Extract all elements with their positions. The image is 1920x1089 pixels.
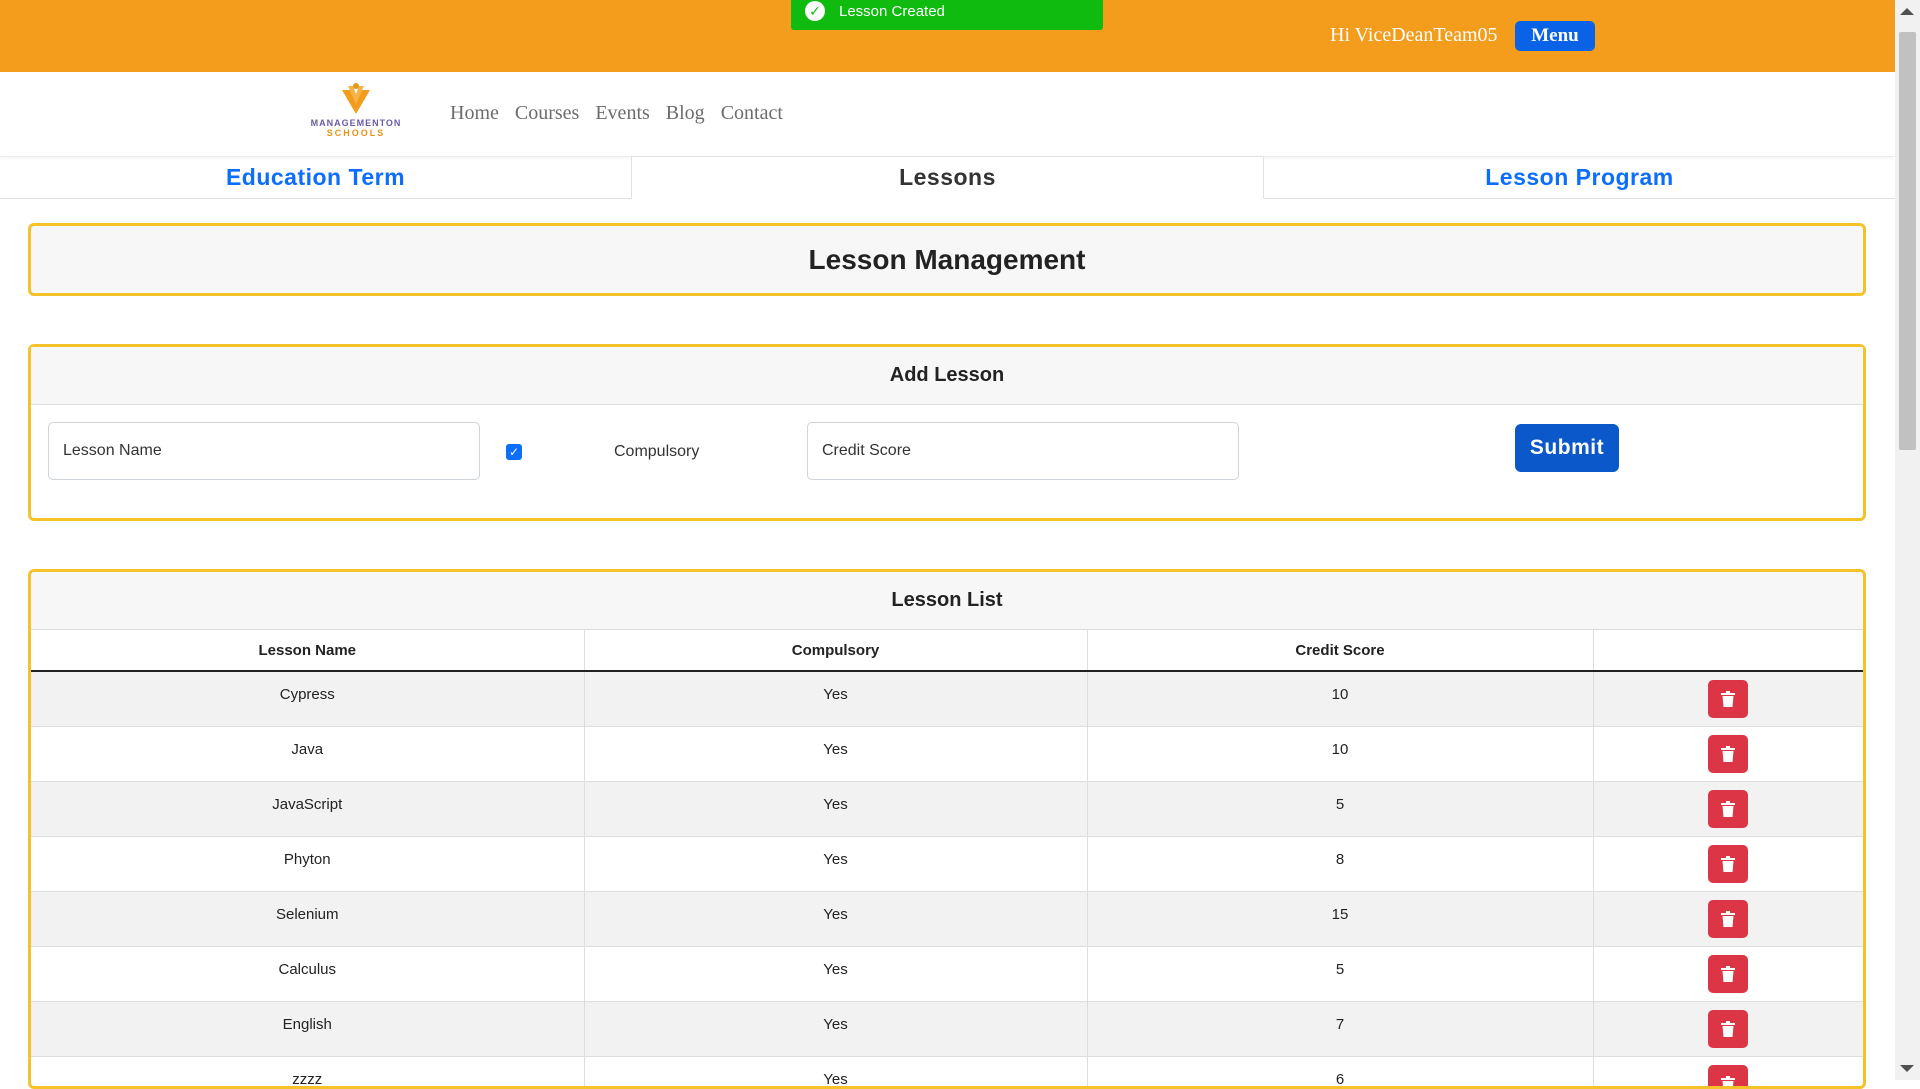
tab-education-term[interactable]: Education Term [0,156,631,198]
cell-credit-score: 10 [1087,671,1593,726]
lesson-list-title: Lesson List [31,572,1863,630]
delete-button[interactable] [1708,955,1748,993]
toast-message: Lesson Created [839,3,945,20]
cell-credit-score: 7 [1087,1001,1593,1056]
cell-actions [1593,946,1863,1001]
page-scrollbar[interactable] [1895,0,1920,1080]
credit-score-input[interactable]: Credit Score [807,422,1239,480]
submit-button[interactable]: Submit [1515,424,1619,472]
delete-button[interactable] [1708,1065,1748,1089]
table-row: Calculus Yes 5 [31,946,1863,1001]
delete-button[interactable] [1708,900,1748,938]
page-title: Lesson Management [28,223,1866,296]
cell-credit-score: 10 [1087,726,1593,781]
trash-icon [1721,856,1735,872]
table-row: JavaScript Yes 5 [31,781,1863,836]
cell-credit-score: 5 [1087,946,1593,1001]
trash-icon [1721,966,1735,982]
add-lesson-card: Add Lesson Lesson Name ✓ Compulsory Cred… [28,344,1866,521]
nav-links: Home Courses Events Blog Contact [450,102,783,125]
management-tabs: Education Term Lessons Lesson Program [0,156,1895,199]
cell-lesson-name: JavaScript [31,781,584,836]
cell-lesson-name: Cypress [31,671,584,726]
tab-lessons[interactable]: Lessons [631,156,1264,199]
column-header-credit-score: Credit Score [1087,630,1593,671]
cell-compulsory: Yes [584,946,1087,1001]
school-logo[interactable]: MANAGEMENTON SCHOOLS [300,82,412,144]
scrollbar-thumb[interactable] [1899,32,1916,450]
cell-lesson-name: zzzz [31,1056,584,1089]
table-row: English Yes 7 [31,1001,1863,1056]
scroll-down-arrow-icon[interactable] [1900,1065,1914,1072]
table-row: Cypress Yes 10 [31,671,1863,726]
cell-actions [1593,671,1863,726]
cell-credit-score: 15 [1087,891,1593,946]
cell-compulsory: Yes [584,891,1087,946]
cell-credit-score: 6 [1087,1056,1593,1089]
trash-icon [1721,801,1735,817]
nav-courses[interactable]: Courses [515,102,579,125]
cell-lesson-name: Calculus [31,946,584,1001]
compulsory-label: Compulsory [614,443,699,461]
cell-lesson-name: Java [31,726,584,781]
success-toast: ✓ Lesson Created [791,0,1103,30]
cell-lesson-name: Selenium [31,891,584,946]
cell-actions [1593,726,1863,781]
delete-button[interactable] [1708,1010,1748,1048]
trash-icon [1721,746,1735,762]
main-navbar: MANAGEMENTON SCHOOLS Home Courses Events… [0,72,1895,156]
cell-compulsory: Yes [584,1056,1087,1089]
nav-events[interactable]: Events [595,102,649,125]
trash-icon [1721,1021,1735,1037]
check-icon: ✓ [805,1,825,21]
nav-home[interactable]: Home [450,102,499,125]
lesson-name-input[interactable]: Lesson Name [48,422,480,480]
trash-icon [1721,1076,1735,1089]
nav-contact[interactable]: Contact [721,102,783,125]
table-row: zzzz Yes 6 [31,1056,1863,1089]
tab-lesson-program[interactable]: Lesson Program [1264,156,1895,198]
lesson-table: Lesson Name Compulsory Credit Score Cypr… [31,630,1863,1089]
delete-button[interactable] [1708,680,1748,718]
user-greeting: Hi ViceDeanTeam05 [1330,24,1498,47]
cell-compulsory: Yes [584,781,1087,836]
column-header-actions [1593,630,1863,671]
cell-actions [1593,891,1863,946]
logo-icon [336,82,376,116]
cell-actions [1593,1056,1863,1089]
top-bar: ✓ Lesson Created Hi ViceDeanTeam05 Menu [0,0,1895,72]
delete-button[interactable] [1708,790,1748,828]
delete-button[interactable] [1708,845,1748,883]
table-row: Java Yes 10 [31,726,1863,781]
logo-text-bottom: SCHOOLS [327,128,386,138]
lesson-list-card: Lesson List Lesson Name Compulsory Credi… [28,569,1866,1089]
column-header-lesson-name: Lesson Name [31,630,584,671]
nav-blog[interactable]: Blog [666,102,705,125]
delete-button[interactable] [1708,735,1748,773]
cell-actions [1593,1001,1863,1056]
cell-actions [1593,836,1863,891]
trash-icon [1721,911,1735,927]
cell-credit-score: 8 [1087,836,1593,891]
trash-icon [1721,691,1735,707]
table-header-row: Lesson Name Compulsory Credit Score [31,630,1863,671]
compulsory-checkbox[interactable]: ✓ [506,444,522,460]
column-header-compulsory: Compulsory [584,630,1087,671]
cell-compulsory: Yes [584,671,1087,726]
cell-credit-score: 5 [1087,781,1593,836]
logo-text-top: MANAGEMENTON [311,118,402,128]
cell-actions [1593,781,1863,836]
cell-lesson-name: English [31,1001,584,1056]
cell-lesson-name: Phyton [31,836,584,891]
cell-compulsory: Yes [584,836,1087,891]
menu-button[interactable]: Menu [1515,21,1595,51]
add-lesson-title: Add Lesson [31,347,1863,405]
cell-compulsory: Yes [584,1001,1087,1056]
cell-compulsory: Yes [584,726,1087,781]
table-row: Selenium Yes 15 [31,891,1863,946]
scroll-up-arrow-icon[interactable] [1900,8,1914,15]
table-row: Phyton Yes 8 [31,836,1863,891]
